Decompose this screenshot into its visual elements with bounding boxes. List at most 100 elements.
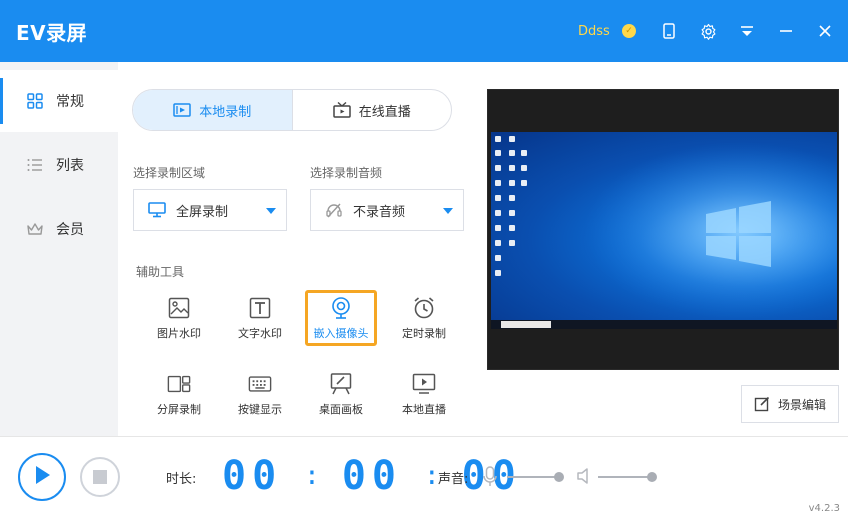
edit-icon — [754, 396, 770, 412]
start-record-button[interactable] — [18, 453, 66, 501]
tool-label: 本地直播 — [402, 403, 446, 416]
sidebar-item-list[interactable]: 列表 — [0, 134, 118, 196]
record-audio-value: 不录音频 — [353, 204, 406, 220]
crown-icon — [26, 220, 44, 238]
tool-image-watermark[interactable]: 图片水印 — [143, 290, 215, 346]
play-icon — [32, 464, 52, 490]
bottom-bar: 时长: 00 : 00 : 00 声音: v4.2.3 — [0, 436, 848, 516]
tool-label: 图片水印 — [157, 327, 201, 340]
duration-timer: 00 : 00 : 00 — [222, 455, 522, 497]
desktop-preview-image — [491, 132, 837, 329]
sidebar-item-label: 常规 — [56, 94, 84, 110]
tool-label: 嵌入摄像头 — [313, 327, 369, 340]
sidebar-item-label: 会员 — [56, 222, 84, 238]
slider-fill — [598, 476, 652, 478]
tool-embed-webcam[interactable]: 嵌入摄像头 — [305, 290, 377, 346]
desktop-icon — [495, 255, 501, 261]
desktop-icon — [521, 150, 527, 156]
desktop-icon — [495, 150, 501, 156]
tab-label: 在线直播 — [358, 104, 411, 120]
gear-icon[interactable] — [696, 19, 720, 43]
microphone-icon[interactable] — [482, 466, 498, 492]
chevron-down-icon — [443, 208, 453, 214]
keyboard-icon — [248, 372, 272, 396]
slider-knob[interactable] — [554, 472, 564, 482]
stop-record-button[interactable] — [80, 457, 120, 497]
tool-split-screen[interactable]: 分屏录制 — [143, 366, 215, 422]
speaker-volume-slider[interactable] — [598, 467, 658, 487]
tool-desktop-board[interactable]: 桌面画板 — [305, 366, 377, 422]
desktop-icon — [509, 225, 515, 231]
desktop-icon — [521, 165, 527, 171]
tool-text-watermark[interactable]: 文字水印 — [224, 290, 296, 346]
desktop-icon — [495, 165, 501, 171]
user-name[interactable]: Ddss — [578, 24, 610, 39]
tool-label: 桌面画板 — [319, 403, 363, 416]
main-panel: 本地录制 在线直播 选择录制区域 全屏录制 选择录制音频 不录音频 辅助工具 图… — [118, 62, 848, 436]
record-area-value: 全屏录制 — [176, 204, 229, 220]
stop-icon — [93, 470, 107, 484]
tools-label: 辅助工具 — [136, 265, 185, 279]
desktop-icon — [495, 180, 501, 186]
tab-live-stream[interactable]: 在线直播 — [291, 90, 452, 130]
desktop-taskbar — [491, 320, 837, 329]
desktop-icon — [495, 136, 501, 142]
text-icon — [248, 296, 272, 320]
coin-icon[interactable]: ✓ — [622, 24, 636, 38]
alarm-icon — [412, 296, 436, 320]
play-screen-icon — [412, 372, 436, 396]
record-area-select[interactable]: 全屏录制 — [133, 189, 287, 231]
tool-label: 分屏录制 — [157, 403, 201, 416]
tool-key-display[interactable]: 按键显示 — [224, 366, 296, 422]
scene-edit-label: 场景编辑 — [777, 397, 826, 412]
close-icon[interactable] — [813, 19, 837, 43]
sidebar-item-member[interactable]: 会员 — [0, 198, 118, 260]
desktop-icon — [495, 240, 501, 246]
record-icon — [173, 103, 191, 117]
tool-scheduled-record[interactable]: 定时录制 — [388, 290, 460, 346]
slider-fill — [507, 476, 559, 478]
desktop-icon — [495, 270, 501, 276]
mute-icon — [325, 201, 343, 219]
tool-local-live[interactable]: 本地直播 — [388, 366, 460, 422]
desktop-icon — [521, 180, 527, 186]
phone-icon[interactable] — [657, 19, 681, 43]
desktop-icon — [495, 195, 501, 201]
scene-edit-button[interactable]: 场景编辑 — [741, 385, 839, 423]
tool-label: 定时录制 — [402, 327, 446, 340]
tab-local-record[interactable]: 本地录制 — [133, 90, 292, 130]
desktop-icon — [509, 136, 515, 142]
easel-icon — [329, 372, 353, 396]
taskbar-search — [501, 321, 551, 328]
sidebar-item-label: 列表 — [56, 158, 84, 174]
version-label: v4.2.3 — [808, 503, 840, 514]
sound-label: 声音: — [438, 472, 469, 487]
list-icon — [26, 156, 44, 174]
chevron-down-icon — [266, 208, 276, 214]
split-screen-icon — [167, 372, 191, 396]
desktop-icon — [509, 240, 515, 246]
menu-icon[interactable] — [735, 19, 759, 43]
timer-minutes: 00 — [341, 453, 402, 499]
app-title: EV录屏 — [16, 21, 88, 45]
desktop-icon — [495, 210, 501, 216]
slider-knob[interactable] — [647, 472, 657, 482]
webcam-icon — [329, 296, 353, 320]
desktop-icon — [509, 210, 515, 216]
desktop-icon — [509, 180, 515, 186]
desktop-icon — [495, 225, 501, 231]
mic-volume-slider[interactable] — [507, 467, 565, 487]
mode-tabs: 本地录制 在线直播 — [132, 89, 452, 131]
image-icon — [167, 296, 191, 320]
record-audio-select[interactable]: 不录音频 — [310, 189, 464, 231]
grid-icon — [26, 92, 44, 110]
sidebar-item-general[interactable]: 常规 — [0, 70, 118, 132]
minimize-icon[interactable] — [774, 19, 798, 43]
tool-label: 文字水印 — [238, 327, 282, 340]
record-area-label: 选择录制区域 — [133, 166, 206, 180]
desktop-icon — [509, 150, 515, 156]
duration-label: 时长: — [166, 472, 197, 487]
title-bar: EV录屏 Ddss ✓ — [0, 0, 848, 62]
speaker-icon[interactable] — [576, 467, 592, 489]
timer-hours: 00 — [222, 453, 283, 499]
